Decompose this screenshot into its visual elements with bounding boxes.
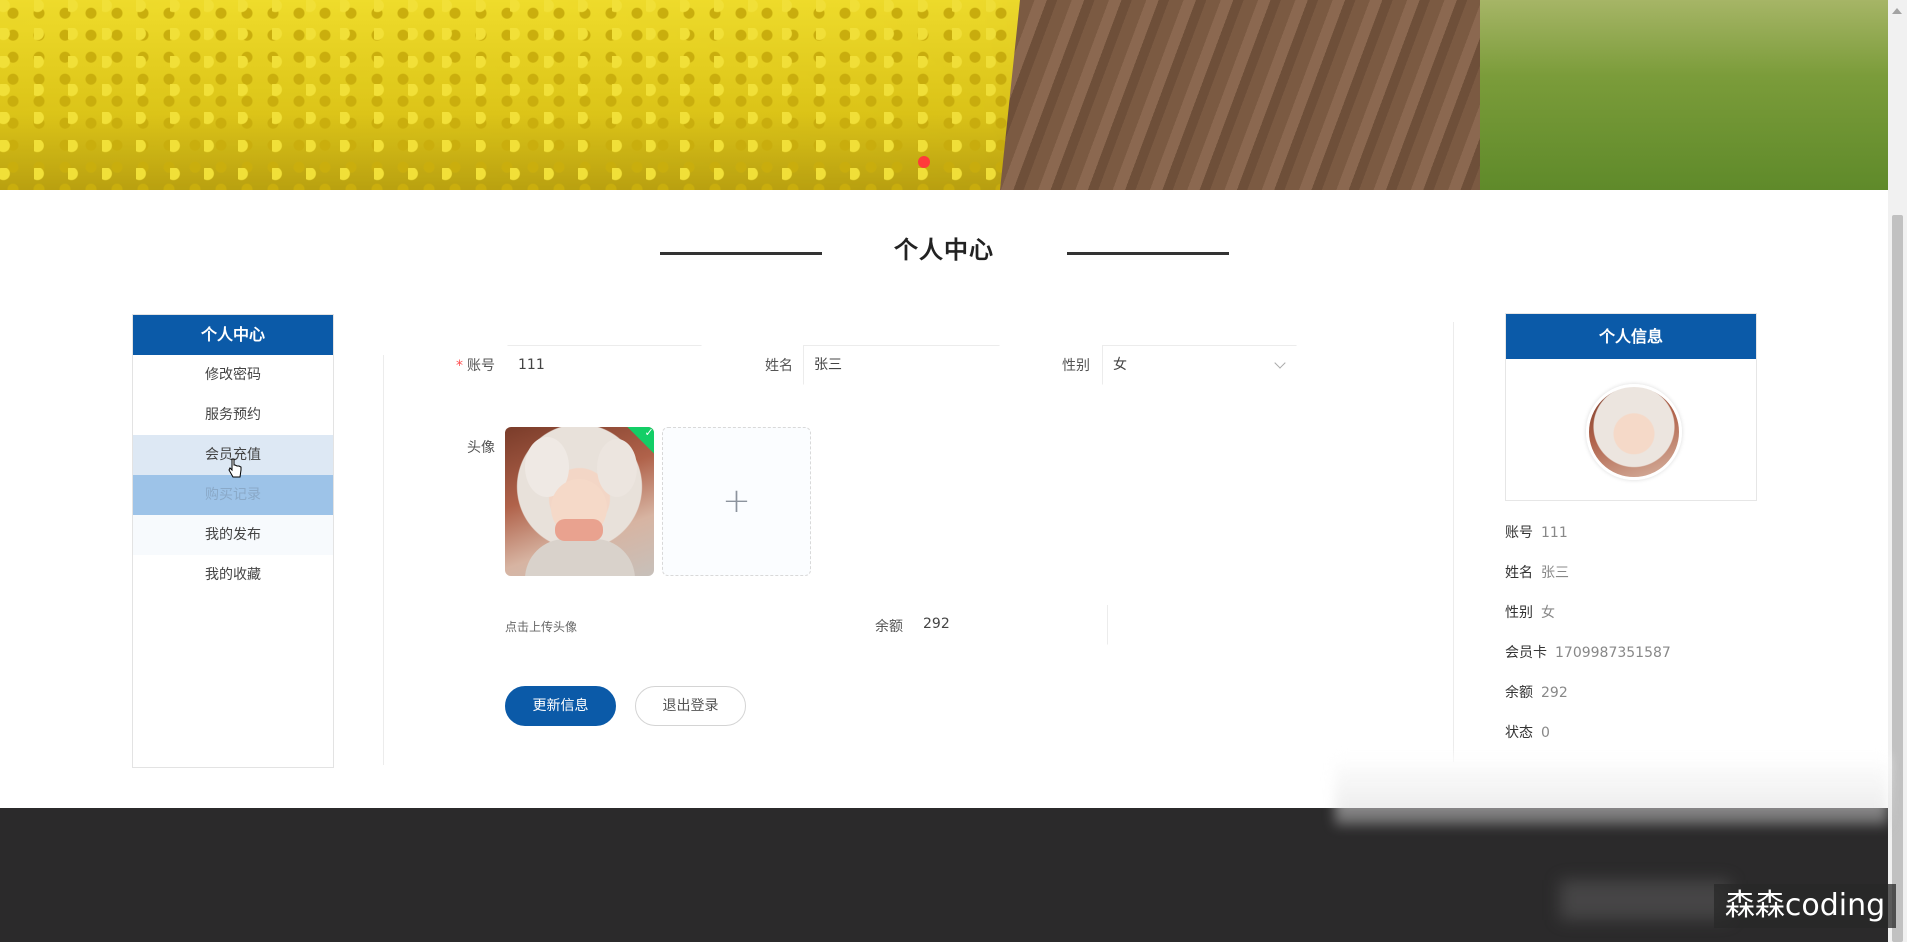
gender-value: 女: [1113, 357, 1127, 373]
blurred-text-overlay: [1560, 880, 1730, 920]
profile-value: 0: [1541, 725, 1550, 741]
account-input[interactable]: 111: [507, 345, 702, 385]
avatar-hands: [555, 519, 603, 541]
avatar-body: [525, 539, 635, 576]
profile-row-name: 姓名 张三: [1505, 562, 1569, 582]
gender-label: 性别: [1062, 358, 1090, 374]
chevron-down-icon: [1274, 357, 1286, 369]
pointer-cursor-icon: [228, 458, 242, 478]
carousel-indicator[interactable]: [918, 156, 930, 168]
account-label: * 账号: [456, 358, 495, 374]
footer: [0, 808, 1888, 942]
profile-row-member-card: 会员卡 1709987351587: [1505, 642, 1671, 662]
divider-left: [383, 355, 384, 765]
divider-right: [1453, 322, 1454, 762]
profile-row-status: 状态 0: [1505, 722, 1550, 742]
sidebar-item-my-favorites[interactable]: 我的收藏: [133, 555, 333, 595]
upload-tip: 点击上传头像: [505, 620, 578, 634]
sidebar-item-purchase-history[interactable]: 购买记录: [133, 475, 333, 515]
profile-avatar: [1586, 384, 1682, 480]
balance-input[interactable]: 292: [912, 605, 1108, 645]
profile-key: 姓名: [1505, 565, 1533, 581]
profile-value: 女: [1541, 605, 1555, 621]
scrollbar-thumb[interactable]: [1892, 215, 1903, 942]
sidebar-item-service-booking[interactable]: 服务预约: [133, 395, 333, 435]
profile-key: 账号: [1505, 525, 1533, 541]
sidebar-menu: 个人中心 修改密码 服务预约 会员充值 购买记录 我的发布 我的收藏: [132, 314, 334, 768]
profile-row-gender: 性别女: [1505, 602, 1555, 622]
avatar-label: 头像: [467, 440, 495, 456]
grass-field: [1480, 0, 1888, 190]
banner-image: [0, 0, 1888, 190]
sidebar-item-change-password[interactable]: 修改密码: [133, 355, 333, 395]
check-icon: ✓: [644, 427, 654, 439]
gender-select[interactable]: 女: [1102, 345, 1297, 385]
profile-value: 111: [1541, 525, 1568, 541]
profile-value: 张三: [1541, 565, 1569, 581]
profile-key: 会员卡: [1505, 645, 1547, 661]
page-title: 个人中心: [894, 236, 994, 264]
plus-icon: +: [722, 481, 751, 521]
page: 个人中心 个人中心 修改密码 服务预约 会员充值 购买记录 我的发布 我的收藏 …: [0, 0, 1907, 942]
required-asterisk: *: [456, 358, 463, 374]
avatar-hood-right: [597, 439, 637, 497]
profile-value: 1709987351587: [1555, 645, 1671, 661]
sidebar-title: 个人中心: [133, 315, 333, 355]
profile-row-balance: 余额 292: [1505, 682, 1568, 702]
section-title: 个人中心: [0, 230, 1888, 265]
title-line-right: [1067, 252, 1229, 255]
profile-key: 状态: [1505, 725, 1533, 741]
profile-card: 个人信息: [1505, 313, 1757, 501]
profile-key: 性别: [1505, 605, 1533, 621]
profile-card-title: 个人信息: [1506, 314, 1756, 359]
profile-value: 292: [1541, 685, 1568, 701]
scroll-up-arrow-icon[interactable]: [1892, 8, 1902, 14]
avatar-preview[interactable]: ✓: [505, 427, 654, 576]
blurred-overlay: [1335, 755, 1888, 825]
profile-row-account: 账号 111: [1505, 522, 1568, 542]
avatar-upload-button[interactable]: +: [662, 427, 811, 576]
rapeseed-field: [0, 0, 1040, 190]
balance-label: 余额: [875, 619, 903, 635]
page-scrollbar[interactable]: [1888, 0, 1907, 942]
logout-button[interactable]: 退出登录: [635, 686, 746, 726]
name-label: 姓名: [765, 358, 793, 374]
name-input[interactable]: 张三: [803, 345, 1000, 385]
profile-key: 余额: [1505, 685, 1533, 701]
update-info-button[interactable]: 更新信息: [505, 686, 616, 726]
sidebar-item-my-posts[interactable]: 我的发布: [133, 515, 333, 555]
watermark: 森森coding: [1714, 884, 1896, 928]
